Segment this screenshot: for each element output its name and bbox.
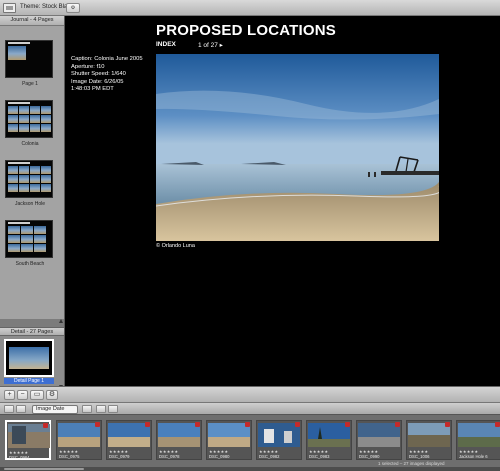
meta-shutter: Shutter Speed: 1/640 <box>71 71 126 77</box>
journal-page-thumb-4[interactable] <box>5 220 53 258</box>
detail-page-label: Detail Page 1 <box>4 378 54 384</box>
photo-credit: © Orlando Luna <box>156 243 195 249</box>
meta-time: 1:48:03 PM EDT <box>71 86 114 92</box>
filmstrip-thumb[interactable]: ★★★★★ DSC_0980 <box>206 420 252 460</box>
browser-options-button[interactable] <box>108 405 118 413</box>
journal-page-label: Page 1 <box>22 81 38 87</box>
thumb-name: DSC_1006 <box>409 454 430 459</box>
page-pager[interactable]: 1 of 27 ▸ <box>198 41 223 49</box>
journal-page-label: South Beach <box>15 261 45 267</box>
filmstrip-thumb[interactable]: ★★★★★ DSC_0964 <box>5 420 51 460</box>
journal-page-thumb-2[interactable] <box>5 100 53 138</box>
thumb-name: DSC_0980 <box>209 454 230 459</box>
filmstrip-thumb[interactable]: ★★★★★ DSC_0990 <box>356 420 402 460</box>
detail-header: Detail - 27 Pages <box>0 327 64 336</box>
thumb-name: DSC_0964 <box>9 455 30 460</box>
meta-date: Image Date: 6/26/05 <box>71 78 124 85</box>
detail-page-thumb[interactable] <box>4 339 54 377</box>
filter-button[interactable] <box>96 405 106 413</box>
filmstrip-thumb[interactable]: ★★★★★ DSC_1006 <box>406 420 452 460</box>
filmstrip-thumb[interactable]: ★★★★★ DSC_0982 <box>256 420 302 460</box>
meta-caption: Caption: Colonia June 2005 <box>71 56 143 62</box>
filmstrip-thumb[interactable]: ★★★★★ DSC_0979 <box>106 420 152 460</box>
main-photo[interactable] <box>156 54 439 241</box>
journal-page-label: Colonia <box>21 141 39 147</box>
page-layout-button[interactable]: ▭ <box>30 390 44 400</box>
filmstrip-thumb[interactable]: ★★★★★ DSC_0975 <box>56 420 102 460</box>
journal-page-label: Jackson Hole <box>14 201 45 207</box>
filmstrip-view-button[interactable] <box>4 405 14 413</box>
thumb-name: DSC_0979 <box>109 454 130 459</box>
theme-bar: Theme: Stock Black ⚙ <box>0 0 500 16</box>
filmstrip-thumb[interactable]: ★★★★★ DSC_0978 <box>156 420 202 460</box>
filmstrip-thumb[interactable]: ★★★★★ DSC_0983 <box>306 420 352 460</box>
sort-direction-button[interactable] <box>82 405 92 413</box>
journal-page-canvas: PROPOSED LOCATIONS INDEX 1 of 27 ▸ Capti… <box>66 16 500 386</box>
journal-sidebar: Journal - 4 Pages Page 1 Colonia Jackson… <box>0 16 65 389</box>
meta-aperture: Aperture: f10 <box>71 63 105 70</box>
thumb-name: DSC_0990 <box>359 454 380 459</box>
browser-toolbar: Image Date <box>0 402 500 415</box>
filmstrip-thumb[interactable]: ★★★★★ Jackson Hole 6 <box>456 420 500 460</box>
thumb-name: DSC_0975 <box>59 454 80 459</box>
detail-pages: Detail Page 1 <box>0 336 64 386</box>
journal-page-thumb-1[interactable] <box>5 40 53 78</box>
add-page-button[interactable]: + <box>4 390 15 400</box>
sidebar-scrollbar[interactable] <box>59 319 63 389</box>
theme-settings-button[interactable]: ⚙ <box>66 3 80 13</box>
theme-icon[interactable] <box>3 3 16 13</box>
thumb-name: DSC_0983 <box>309 454 330 459</box>
thumb-name: Jackson Hole 6 <box>459 454 488 459</box>
filmstrip-scroll-knob[interactable] <box>4 468 84 470</box>
journal-page-thumb-3[interactable] <box>5 160 53 198</box>
panel-splitter[interactable] <box>0 319 64 327</box>
page-title: PROPOSED LOCATIONS <box>156 22 337 39</box>
index-link[interactable]: INDEX <box>156 41 176 48</box>
journal-header: Journal - 4 Pages <box>0 16 64 26</box>
thumb-name: DSC_0982 <box>259 454 280 459</box>
thumb-name: DSC_0978 <box>159 454 180 459</box>
filmstrip: ★★★★★ DSC_0964 ★★★★★ DSC_0975 ★★★★★ DSC_… <box>0 415 500 471</box>
sort-select[interactable]: Image Date <box>32 405 78 414</box>
image-metadata: Caption: Colonia June 2005 Aperture: f10… <box>71 56 143 94</box>
journal-pages: Page 1 Colonia Jackson Hole South Beach <box>0 26 64 319</box>
bottom-controls: + − ▭ ⚙ <box>0 386 500 402</box>
action-menu-button[interactable]: ⚙ <box>46 390 58 400</box>
selection-status: 1 selected – 27 images displayed <box>378 461 445 466</box>
grid-view-button[interactable] <box>16 405 26 413</box>
remove-page-button[interactable]: − <box>17 390 28 400</box>
